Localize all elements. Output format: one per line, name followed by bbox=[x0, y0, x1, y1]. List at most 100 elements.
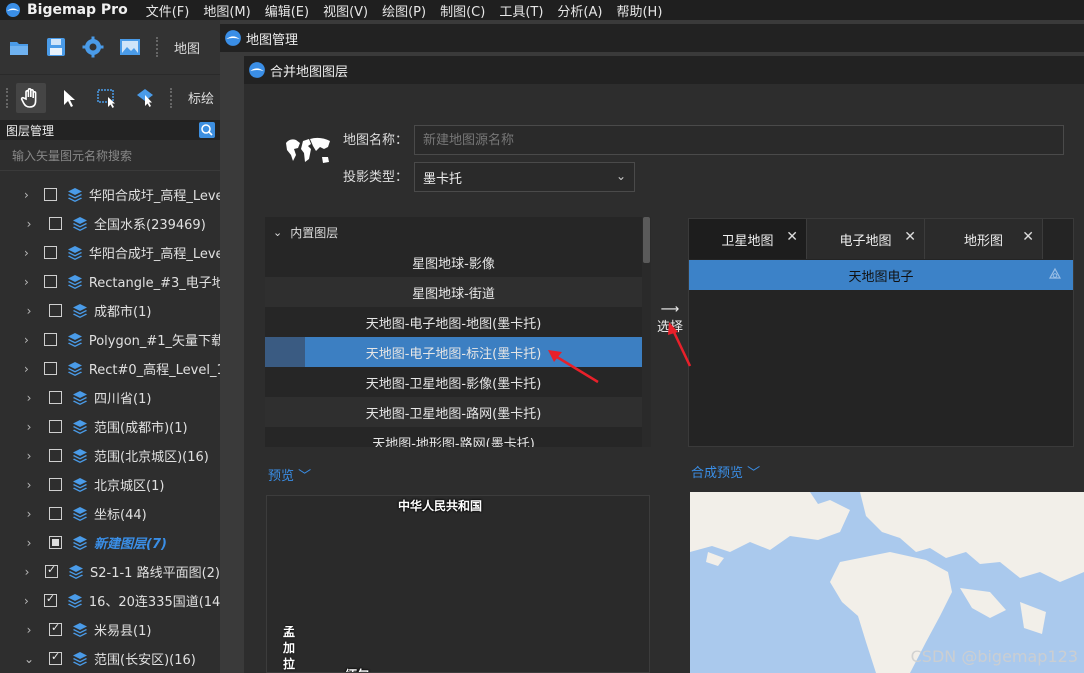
tab-terrain[interactable]: 地形图 ✕ bbox=[925, 219, 1043, 259]
layer-tree-row[interactable]: › 全国水系(239469) bbox=[0, 209, 220, 238]
layer-search-button[interactable] bbox=[199, 122, 215, 138]
menu-draw[interactable]: 绘图(P) bbox=[382, 1, 426, 20]
menu-help[interactable]: 帮助(H) bbox=[616, 1, 662, 20]
layer-visibility-checkbox[interactable] bbox=[49, 391, 62, 404]
menu-tools[interactable]: 工具(T) bbox=[499, 1, 543, 20]
expand-chevron-icon[interactable]: › bbox=[24, 594, 29, 608]
expand-chevron-icon[interactable]: › bbox=[24, 188, 29, 202]
merge-layers-titlebar[interactable]: 合并地图图层 bbox=[244, 56, 1084, 84]
menu-map[interactable]: 地图(M) bbox=[203, 1, 250, 20]
layer-tree-row[interactable]: › 华阳合成圩_高程_Level_1 bbox=[0, 238, 220, 267]
menu-edit[interactable]: 编辑(E) bbox=[265, 1, 309, 20]
layer-visibility-checkbox[interactable] bbox=[49, 449, 62, 462]
layer-tree-row[interactable]: › Polygon_#1_矢量下载 bbox=[0, 325, 220, 354]
expand-chevron-icon[interactable]: › bbox=[24, 333, 29, 347]
layer-visibility-checkbox[interactable] bbox=[49, 507, 62, 520]
main-toolbar: 地图 bbox=[0, 20, 220, 74]
open-folder-icon[interactable] bbox=[8, 36, 30, 58]
layer-tree-row[interactable]: › 范围(成都市)(1) bbox=[0, 412, 220, 441]
builtin-layer-item[interactable]: 天地图-卫星地图-路网(墨卡托) bbox=[265, 397, 642, 427]
hand-icon bbox=[20, 87, 37, 108]
layer-tree-row[interactable]: › 四川省(1) bbox=[0, 383, 220, 412]
layer-visibility-checkbox[interactable] bbox=[43, 362, 57, 375]
layer-tree-row[interactable]: ⌄ 范围(长安区)(16) bbox=[0, 644, 220, 673]
expand-chevron-icon[interactable]: › bbox=[24, 246, 29, 260]
chosen-layer-row[interactable]: 天地图电子 bbox=[689, 260, 1073, 290]
builtin-layer-item[interactable]: 天地图-电子地图-地图(墨卡托) bbox=[265, 307, 642, 337]
menu-cartography[interactable]: 制图(C) bbox=[440, 1, 485, 20]
expand-chevron-icon[interactable]: › bbox=[24, 449, 34, 463]
layer-visibility-checkbox[interactable] bbox=[49, 420, 62, 433]
layer-visibility-checkbox[interactable] bbox=[43, 188, 57, 201]
close-icon[interactable]: ✕ bbox=[1022, 229, 1034, 245]
expand-chevron-icon[interactable]: › bbox=[24, 623, 34, 637]
expand-chevron-icon[interactable]: › bbox=[24, 391, 34, 405]
layer-visibility-checkbox[interactable] bbox=[43, 333, 57, 346]
layer-visibility-checkbox[interactable] bbox=[49, 650, 62, 665]
layer-visibility-checkbox[interactable] bbox=[49, 304, 62, 317]
map-name-label: 地图名称： bbox=[343, 133, 409, 148]
close-icon[interactable]: ✕ bbox=[904, 229, 916, 245]
merged-preview-map[interactable] bbox=[690, 492, 1084, 673]
menu-analysis[interactable]: 分析(A) bbox=[557, 1, 602, 20]
tab-electronic[interactable]: 电子地图 ✕ bbox=[807, 219, 925, 259]
layer-tree-row[interactable]: › 新建图层(7) bbox=[0, 528, 220, 557]
layer-visibility-checkbox[interactable] bbox=[49, 536, 62, 549]
builtin-group-header[interactable]: ⌄ 内置图层 bbox=[265, 217, 651, 247]
zoom-box-tool-button[interactable] bbox=[92, 83, 122, 113]
image-icon[interactable] bbox=[119, 36, 141, 58]
projection-select[interactable]: 墨卡托 ⌄ bbox=[414, 162, 635, 192]
expand-chevron-icon[interactable]: › bbox=[24, 217, 34, 231]
expand-chevron-icon[interactable]: › bbox=[24, 275, 29, 289]
preview-toggle[interactable]: 预览 ﹀ bbox=[268, 465, 311, 484]
builtin-layer-item[interactable]: 星图地球-街道 bbox=[265, 277, 642, 307]
layer-visibility-checkbox[interactable] bbox=[43, 592, 57, 607]
builtin-group-label: 内置图层 bbox=[290, 225, 339, 240]
layer-tree-row[interactable]: › Rect#0_高程_Level_1 bbox=[0, 354, 220, 383]
layer-visibility-checkbox[interactable] bbox=[49, 478, 62, 491]
preview-map[interactable]: 中华人民共和国 孟加拉 缅甸 bbox=[266, 495, 650, 673]
menu-view[interactable]: 视图(V) bbox=[323, 1, 368, 20]
expand-chevron-icon[interactable]: › bbox=[24, 536, 34, 550]
expand-chevron-icon[interactable]: › bbox=[24, 362, 29, 376]
map-name-input[interactable] bbox=[414, 125, 1064, 155]
gear-icon[interactable] bbox=[82, 36, 104, 58]
layer-tree-row[interactable]: › S2-1-1 路线平面图(2) bbox=[0, 557, 220, 586]
scrollbar-thumb[interactable] bbox=[643, 217, 650, 263]
layers-icon bbox=[69, 564, 83, 579]
expand-chevron-icon[interactable]: › bbox=[24, 507, 34, 521]
layer-tree-row[interactable]: › 北京城区(1) bbox=[0, 470, 220, 499]
layer-name: S2-1-1 路线平面图(2) bbox=[90, 566, 220, 581]
save-icon[interactable] bbox=[45, 36, 67, 58]
expand-chevron-icon[interactable]: › bbox=[24, 304, 34, 318]
close-icon[interactable]: ✕ bbox=[786, 229, 798, 245]
layer-visibility-checkbox[interactable] bbox=[45, 563, 58, 578]
layer-tree-row[interactable]: › 米易县(1) bbox=[0, 615, 220, 644]
layer-tree-row[interactable]: › 16、20连335国道(14) bbox=[0, 586, 220, 615]
merged-preview-toggle[interactable]: 合成预览 ﹀ bbox=[691, 462, 760, 481]
menu-file[interactable]: 文件(F) bbox=[146, 1, 190, 20]
identify-tool-button[interactable] bbox=[130, 83, 160, 113]
layer-list-scrollbar[interactable] bbox=[642, 217, 651, 447]
layer-tree-row[interactable]: › 范围(北京城区)(16) bbox=[0, 441, 220, 470]
layer-visibility-checkbox[interactable] bbox=[43, 275, 57, 288]
expand-chevron-icon[interactable]: ⌄ bbox=[24, 652, 34, 666]
pan-tool-button[interactable] bbox=[16, 82, 46, 113]
layer-visibility-checkbox[interactable] bbox=[43, 246, 57, 259]
layer-tree-row[interactable]: › Rectangle_#3_电子地图 bbox=[0, 267, 220, 296]
expand-chevron-icon[interactable]: › bbox=[24, 565, 30, 579]
layer-visibility-checkbox[interactable] bbox=[49, 217, 62, 230]
layer-tree-row[interactable]: › 坐标(44) bbox=[0, 499, 220, 528]
builtin-layer-item[interactable]: 天地图-地形图-路网(墨卡托) bbox=[265, 427, 642, 448]
layer-tree-row[interactable]: › 成都市(1) bbox=[0, 296, 220, 325]
layer-tree-row[interactable]: › 华阳合成圩_高程_Level_1 bbox=[0, 180, 220, 209]
layer-visibility-checkbox[interactable] bbox=[49, 621, 62, 636]
recycle-icon[interactable] bbox=[1047, 267, 1063, 283]
map-manager-titlebar[interactable]: 地图管理 bbox=[220, 24, 1084, 52]
expand-chevron-icon[interactable]: › bbox=[24, 420, 34, 434]
builtin-layer-item[interactable]: 星图地球-影像 bbox=[265, 247, 642, 277]
tab-satellite[interactable]: 卫星地图 ✕ bbox=[689, 219, 807, 259]
expand-chevron-icon[interactable]: › bbox=[24, 478, 34, 492]
layer-search-input[interactable]: 输入矢量图元名称搜索 bbox=[0, 141, 220, 171]
select-tool-button[interactable] bbox=[54, 83, 84, 113]
